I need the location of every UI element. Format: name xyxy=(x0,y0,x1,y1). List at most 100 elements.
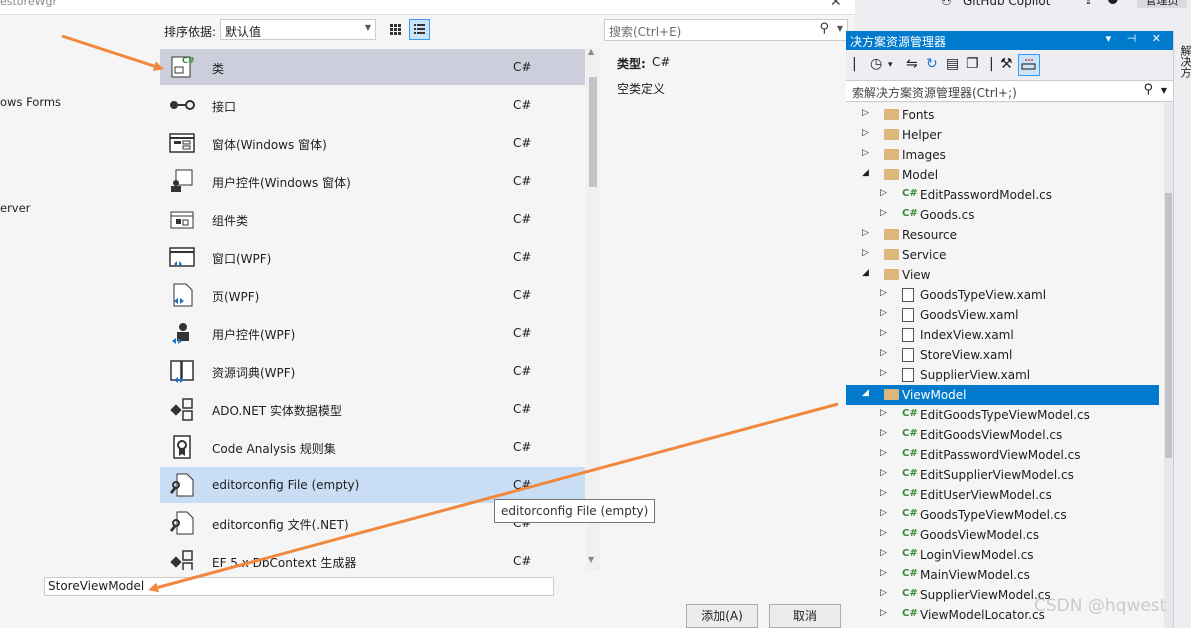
tree-node[interactable]: ▷ SupplierView.xaml xyxy=(846,365,1159,385)
collapse-arrow-icon[interactable]: ◢ xyxy=(862,268,869,278)
expand-arrow-icon[interactable]: ▷ xyxy=(880,288,887,298)
copilot-label[interactable]: GitHub Copilot xyxy=(963,0,1050,8)
search-icon[interactable]: ⚲ xyxy=(819,21,829,36)
solution-explorer-search[interactable]: 索解决方案资源管理器(Ctrl+;) ⚲ ▼ xyxy=(846,80,1173,102)
collapse-all-icon[interactable]: ▤ xyxy=(946,56,959,72)
template-item[interactable]: EF 5.x DbContext 生成器 C# xyxy=(160,543,585,570)
copilot-icon[interactable]: ⚇ xyxy=(941,0,952,8)
category-item[interactable]: erver xyxy=(0,201,30,215)
tree-node[interactable]: ▷ Helper xyxy=(846,125,1159,145)
template-item[interactable]: 资源词典(WPF) C# xyxy=(160,353,585,389)
category-item[interactable]: ows Forms xyxy=(0,95,61,109)
expand-arrow-icon[interactable]: ▷ xyxy=(862,128,869,138)
expand-arrow-icon[interactable]: ▷ xyxy=(880,208,887,218)
expand-arrow-icon[interactable]: ▷ xyxy=(880,348,887,358)
tree-node[interactable]: ▷ StoreView.xaml xyxy=(846,345,1159,365)
admin-badge[interactable]: 管理员 xyxy=(1137,0,1187,8)
expand-arrow-icon[interactable]: ▷ xyxy=(880,408,887,418)
template-item[interactable]: 窗体(Windows 窗体) C# xyxy=(160,125,585,161)
expand-arrow-icon[interactable]: ▷ xyxy=(880,468,887,478)
tree-node[interactable]: ▷ C# EditGoodsTypeViewModel.cs xyxy=(846,405,1159,425)
expand-arrow-icon[interactable]: ▷ xyxy=(880,608,887,618)
template-search-input[interactable]: 搜索(Ctrl+E) ⚲ ▼ xyxy=(604,19,848,41)
expand-arrow-icon[interactable]: ▷ xyxy=(862,108,869,118)
name-field[interactable]: StoreViewModel xyxy=(44,577,554,596)
sort-select[interactable]: 默认值 ▼ xyxy=(220,19,376,40)
template-item[interactable]: ADO.NET 实体数据模型 C# xyxy=(160,391,585,427)
preview-toggle-button[interactable] xyxy=(1018,54,1040,76)
tree-node[interactable]: ▷ GoodsTypeView.xaml xyxy=(846,285,1159,305)
template-item[interactable]: 窗口(WPF) C# xyxy=(160,239,585,275)
expand-arrow-icon[interactable]: ▷ xyxy=(880,548,887,558)
template-item[interactable]: 用户控件(Windows 窗体) C# xyxy=(160,163,585,199)
search-icon[interactable]: ⚲ xyxy=(1143,82,1153,97)
tree-node[interactable]: ▷ C# EditGoodsViewModel.cs xyxy=(846,425,1159,445)
tree-node[interactable]: ▷ GoodsView.xaml xyxy=(846,305,1159,325)
expand-arrow-icon[interactable]: ▷ xyxy=(862,248,869,258)
close-icon[interactable]: ✕ xyxy=(830,0,842,10)
template-item[interactable]: 页(WPF) C# xyxy=(160,277,585,313)
cancel-button[interactable]: 取消 xyxy=(769,604,841,628)
expand-arrow-icon[interactable]: ▷ xyxy=(862,148,869,158)
expand-arrow-icon[interactable]: ▷ xyxy=(880,308,887,318)
tree-node[interactable]: ▷ C# EditPasswordModel.cs xyxy=(846,185,1159,205)
expand-arrow-icon[interactable]: ▷ xyxy=(880,188,887,198)
expand-arrow-icon[interactable]: ▷ xyxy=(880,448,887,458)
template-item[interactable]: 用户控件(WPF) C# xyxy=(160,315,585,351)
expand-arrow-icon[interactable]: ▷ xyxy=(880,508,887,518)
collapse-arrow-icon[interactable]: ◢ xyxy=(862,388,869,398)
tree-node[interactable]: ▷ C# EditSupplierViewModel.cs xyxy=(846,465,1159,485)
share-icon[interactable]: ⇪ xyxy=(1083,0,1094,8)
grid-view-button[interactable] xyxy=(385,19,406,40)
tree-node[interactable]: ▷ Images xyxy=(846,145,1159,165)
list-view-button[interactable] xyxy=(409,19,430,40)
history-icon[interactable]: ◷ xyxy=(870,56,882,72)
refresh-icon[interactable]: ↻ xyxy=(926,56,938,72)
expand-arrow-icon[interactable]: ▷ xyxy=(880,428,887,438)
tree-node[interactable]: ▷ Service xyxy=(846,245,1159,265)
tree-node[interactable]: ◢ View xyxy=(846,265,1159,285)
tree-node[interactable]: ◢ ViewModel xyxy=(846,385,1159,405)
tree-node[interactable]: ▷ Fonts xyxy=(846,105,1159,125)
scroll-down-icon[interactable]: ▼ xyxy=(588,555,594,564)
window-buttons[interactable]: ▾ ⊣ ✕ xyxy=(1106,32,1167,45)
expand-arrow-icon[interactable]: ▷ xyxy=(880,368,887,378)
template-item[interactable]: 组件类 C# xyxy=(160,201,585,237)
expand-arrow-icon[interactable]: ▷ xyxy=(880,328,887,338)
chevron-down-icon[interactable]: ▼ xyxy=(837,24,843,33)
sync-icon[interactable]: ⇋ xyxy=(906,56,918,72)
properties-wrench-icon[interactable]: ⚒ xyxy=(1000,56,1013,72)
add-button[interactable]: 添加(A) xyxy=(686,604,758,628)
tree-node[interactable]: ◢ Model xyxy=(846,165,1159,185)
scroll-up-icon[interactable]: ▲ xyxy=(588,47,594,56)
tooltip: editorconfig File (empty) xyxy=(494,499,656,523)
template-item[interactable]: editorconfig File (empty) C# xyxy=(160,467,585,503)
tree-node[interactable]: ▷ Resource xyxy=(846,225,1159,245)
show-all-files-icon[interactable]: ❐ xyxy=(966,56,979,72)
account-icon[interactable]: ⚉ xyxy=(1107,0,1119,8)
tree-node[interactable]: ▷ C# EditUserViewModel.cs xyxy=(846,485,1159,505)
template-item[interactable]: Code Analysis 规则集 C# xyxy=(160,429,585,465)
template-item[interactable]: C# 类 C# xyxy=(160,49,585,85)
tree-node[interactable]: ▷ C# LoginViewModel.cs xyxy=(846,545,1159,565)
tree-node[interactable]: ▷ C# GoodsTypeViewModel.cs xyxy=(846,505,1159,525)
chevron-down-icon[interactable]: ▼ xyxy=(1161,86,1167,95)
template-scrollbar[interactable]: ▲ ▼ xyxy=(586,47,600,570)
tree-node[interactable]: ▷ C# EditPasswordViewModel.cs xyxy=(846,445,1159,465)
tree-node[interactable]: ▷ C# GoodsViewModel.cs xyxy=(846,525,1159,545)
collapse-arrow-icon[interactable]: ◢ xyxy=(862,168,869,178)
tree-node[interactable]: ▷ IndexView.xaml xyxy=(846,325,1159,345)
expand-arrow-icon[interactable]: ▷ xyxy=(880,488,887,498)
chevron-down-icon[interactable]: ▾ xyxy=(888,60,893,70)
expand-arrow-icon[interactable]: ▷ xyxy=(880,568,887,578)
tree-scrollbar[interactable] xyxy=(1164,103,1173,628)
tree-node[interactable]: ▷ C# MainViewModel.cs xyxy=(846,565,1159,585)
side-tab[interactable]: 解决方 xyxy=(1173,31,1191,628)
tree-node[interactable]: ▷ C# Goods.cs xyxy=(846,205,1159,225)
template-item[interactable]: 接口 C# xyxy=(160,87,585,123)
expand-arrow-icon[interactable]: ▷ xyxy=(862,228,869,238)
scrollbar-thumb[interactable] xyxy=(1165,193,1172,458)
scrollbar-thumb[interactable] xyxy=(589,77,597,187)
expand-arrow-icon[interactable]: ▷ xyxy=(880,528,887,538)
expand-arrow-icon[interactable]: ▷ xyxy=(880,588,887,598)
